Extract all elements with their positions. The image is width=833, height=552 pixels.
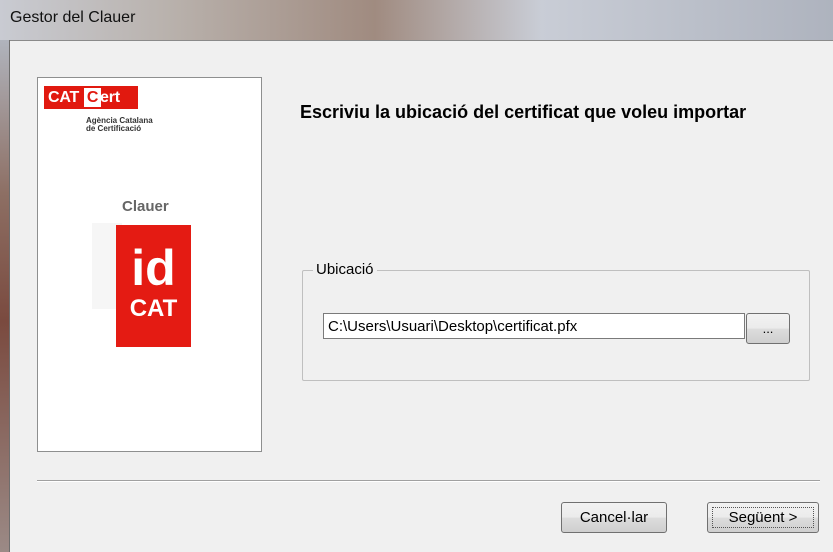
agency-name-line2: de Certificació xyxy=(86,124,142,133)
catcert-logo-c: C xyxy=(84,88,101,107)
next-button[interactable]: Següent > xyxy=(707,502,819,533)
cancel-button-label: Cancel·lar xyxy=(579,509,649,526)
cancel-button[interactable]: Cancel·lar xyxy=(561,502,667,533)
clauer-label: Clauer xyxy=(122,198,169,215)
browse-button-label: ... xyxy=(762,321,774,336)
dialog-window: Gestor del Clauer CAT C ert Agència Cata… xyxy=(0,0,833,552)
agency-name: Agència Catalana de Certificació xyxy=(86,117,176,133)
certificate-path-input[interactable] xyxy=(323,313,745,339)
title-bar[interactable]: Gestor del Clauer xyxy=(0,0,833,40)
browse-button[interactable]: ... xyxy=(746,313,790,344)
catcert-logo-prefix: CAT xyxy=(48,89,80,106)
title-bar-divider xyxy=(10,40,833,41)
idcat-logo-cat: CAT xyxy=(129,295,178,322)
window-title: Gestor del Clauer xyxy=(10,9,136,26)
catcert-logo-suffix: ert xyxy=(100,89,120,106)
idcat-logo-id: id xyxy=(131,240,176,296)
idcat-logo: id CAT xyxy=(116,225,191,347)
next-button-label: Següent > xyxy=(728,509,798,526)
page-heading: Escriviu la ubicació del certificat que … xyxy=(300,102,747,122)
footer-separator xyxy=(37,480,820,482)
catcert-logo: CAT C ert xyxy=(44,86,138,109)
location-group-label: Ubicació xyxy=(313,261,377,278)
window-frame-left xyxy=(0,40,10,552)
